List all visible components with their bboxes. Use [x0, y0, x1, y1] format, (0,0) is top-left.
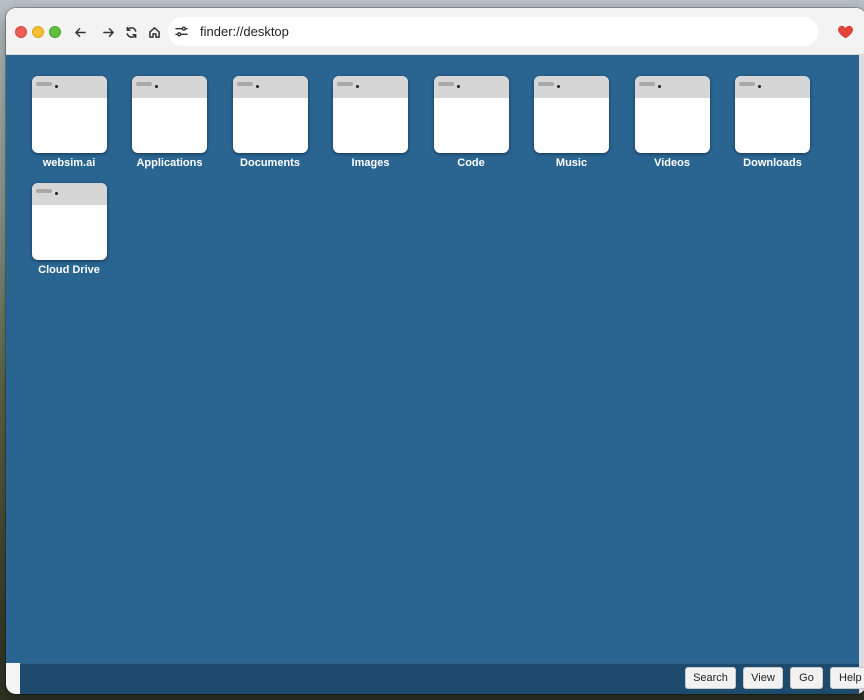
heart-icon: [838, 25, 853, 39]
folder-icon-tab: [437, 82, 454, 86]
folder-icon-dot: [255, 85, 259, 88]
desktop-folder-code[interactable]: Code: [429, 76, 529, 169]
forward-button[interactable]: [98, 22, 118, 42]
folder-icon-tab: [739, 82, 755, 86]
folder-icon-dot: [356, 85, 359, 88]
folder-icon-dot: [758, 85, 761, 88]
desktop-folder-music[interactable]: Music: [530, 76, 630, 169]
folder-icon: [132, 76, 207, 153]
folder-icon-tab: [236, 82, 253, 86]
folder-icon-tab: [35, 82, 52, 86]
help-button[interactable]: Help: [830, 667, 864, 689]
window-edge: [859, 55, 864, 694]
folder-icon: [31, 76, 107, 153]
search-button[interactable]: Search: [685, 667, 736, 689]
reload-button[interactable]: [121, 22, 141, 42]
home-button[interactable]: [144, 22, 164, 42]
folder-icon-header: [31, 76, 107, 98]
folder-icon-dot: [155, 85, 158, 88]
desktop-icon-grid: websim.ai Applications Documents Images Code…: [27, 76, 831, 276]
desktop-folder-label: Videos: [654, 157, 690, 169]
favorite-button[interactable]: [837, 23, 854, 40]
address-bar[interactable]: [168, 17, 818, 46]
maximize-window-button[interactable]: [49, 26, 61, 38]
folder-icon: [232, 76, 308, 153]
browser-window: websim.ai Applications Documents Images Code…: [6, 8, 864, 694]
desktop-folder-label: Code: [457, 157, 485, 169]
folder-icon-tab: [638, 82, 655, 86]
folder-icon-tab: [337, 82, 353, 86]
folder-icon: [735, 76, 810, 153]
folder-icon-tab: [35, 189, 52, 193]
close-window-button[interactable]: [15, 26, 27, 38]
folder-icon: [534, 76, 609, 153]
desktop-folder-label: Documents: [240, 157, 300, 169]
taskbar: Search View Go Help: [20, 663, 864, 694]
desktop-folder-images[interactable]: Images: [329, 76, 429, 169]
folder-icon-tab: [136, 82, 152, 86]
folder-icon: [433, 76, 509, 153]
home-icon: [148, 26, 160, 38]
desktop-folder-label: websim.ai: [42, 157, 96, 169]
folder-icon-header: [534, 76, 609, 98]
back-button[interactable]: [70, 22, 90, 42]
desktop-folder-documents[interactable]: Documents: [228, 76, 328, 169]
folder-icon-header: [333, 76, 408, 98]
folder-icon-dot: [557, 85, 560, 88]
desktop-folder-label: Music: [555, 157, 588, 169]
title-bar: [6, 8, 864, 55]
folder-icon-header: [232, 76, 308, 98]
folder-icon-header: [634, 76, 710, 98]
folder-icon-header: [132, 76, 207, 98]
arrow-left-icon: [74, 27, 86, 37]
desktop-folder-label: Cloud Drive: [38, 264, 100, 276]
desktop-folder-websim-ai[interactable]: websim.ai: [27, 76, 127, 169]
desktop-folder-label: Images: [351, 157, 390, 169]
folder-icon: [634, 76, 710, 153]
desktop-area: websim.ai Applications Documents Images Code…: [6, 55, 859, 663]
arrow-right-icon: [102, 27, 114, 37]
folder-icon-dot: [54, 85, 58, 88]
folder-icon-tab: [538, 82, 554, 86]
view-button[interactable]: View: [743, 667, 783, 689]
desktop-folder-videos[interactable]: Videos: [630, 76, 730, 169]
minimize-window-button[interactable]: [32, 26, 44, 38]
folder-icon: [31, 183, 107, 260]
folder-icon-dot: [54, 192, 58, 195]
desktop-folder-label: Applications: [136, 157, 203, 169]
folder-icon-header: [735, 76, 810, 98]
refresh-icon: [126, 26, 136, 38]
folder-icon: [333, 76, 408, 153]
folder-icon-header: [433, 76, 509, 98]
desktop-folder-applications[interactable]: Applications: [128, 76, 228, 169]
go-button[interactable]: Go: [790, 667, 823, 689]
url-input[interactable]: [200, 24, 760, 39]
desktop-folder-downloads[interactable]: Downloads: [731, 76, 831, 169]
folder-icon-dot: [456, 85, 460, 88]
desktop-folder-label: Downloads: [743, 157, 802, 169]
site-settings-button[interactable]: [175, 25, 189, 39]
folder-icon-header: [31, 183, 107, 205]
tune-icon: [175, 26, 188, 37]
desktop-folder-cloud-drive[interactable]: Cloud Drive: [27, 183, 127, 276]
folder-icon-dot: [657, 85, 661, 88]
